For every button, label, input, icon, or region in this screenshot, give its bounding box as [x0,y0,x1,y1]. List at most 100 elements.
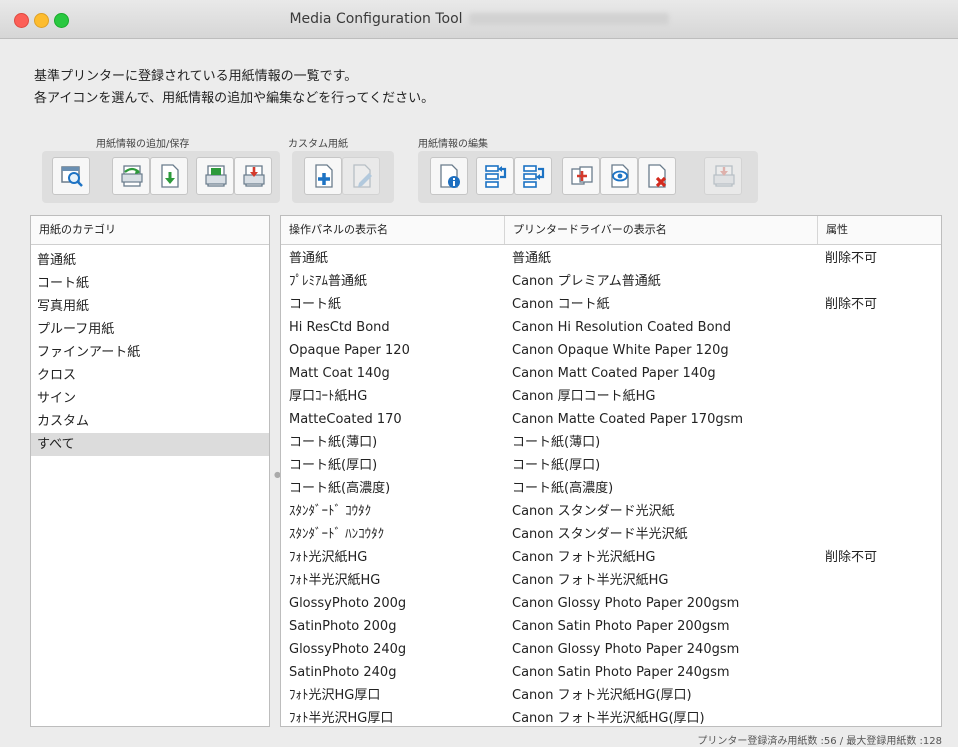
table-row[interactable]: コート紙 Canon コート紙 削除不可 [281,293,941,316]
description-line-2: 各アイコンを選んで、用紙情報の追加や編集などを行ってください。 [34,91,435,106]
printer-export-icon [243,165,265,187]
table-row[interactable]: コート紙(厚口) コート紙(厚口) [281,454,941,477]
category-header: 用紙のカテゴリ [31,216,269,245]
column-header-attribute[interactable]: 属性 [817,216,941,244]
panel-name-cell: 厚口ｺｰﾄ紙HG [289,389,368,404]
panel-name-cell: コート紙(厚口) [289,458,378,473]
table-row[interactable]: 普通紙 普通紙 削除不可 [281,247,941,270]
duplicate-media-button[interactable] [562,157,600,195]
delete-icon [648,164,667,188]
preview-media-button[interactable] [600,157,638,195]
printer-disabled-icon [713,165,735,187]
driver-name-cell: Canon フォト半光沢紙HG(厚口) [512,711,705,726]
driver-name-cell: コート紙(厚口) [512,458,601,473]
pane-splitter-handle[interactable]: ● [274,470,281,479]
panel-name-cell: ﾌｫﾄ半光沢HG厚口 [289,711,394,726]
driver-name-cell: Canon スタンダード半光沢紙 [512,527,688,542]
status-bar-text: プリンター登録済み用紙数 :56 / 最大登録用紙数 :128 [697,736,942,747]
move-down-button[interactable] [514,157,552,195]
table-row[interactable]: ﾌｫﾄ光沢HG厚口 Canon フォト光沢紙HG(厚口) [281,684,941,707]
driver-name-cell: Canon コート紙 [512,297,610,312]
category-item[interactable]: 普通紙 [31,249,269,272]
download-media-button[interactable] [150,157,188,195]
driver-name-cell: Canon フォト半光沢紙HG [512,573,669,588]
printer-add-icon [121,165,143,187]
add-custom-media-button[interactable] [304,157,342,195]
table-row[interactable]: ﾌｫﾄ半光沢紙HG Canon フォト半光沢紙HG [281,569,941,592]
delete-media-button[interactable] [638,157,676,195]
category-item[interactable]: 写真用紙 [31,295,269,318]
custom-add-icon [315,164,333,188]
driver-name-cell: Canon フォト光沢紙HG(厚口) [512,688,692,703]
driver-name-cell: Canon Satin Photo Paper 200gsm [512,619,730,634]
table-row[interactable]: MatteCoated 170 Canon Matte Coated Paper … [281,408,941,431]
panel-name-cell: ﾌｫﾄ光沢紙HG [289,550,368,565]
driver-name-cell: 普通紙 [512,251,552,266]
panel-name-cell: Opaque Paper 120 [289,343,410,358]
table-row[interactable]: 厚口ｺｰﾄ紙HG Canon 厚口コート紙HG [281,385,941,408]
table-row[interactable]: ｽﾀﾝﾀﾞｰﾄﾞ ｺｳﾀｸ Canon スタンダード光沢紙 [281,500,941,523]
edit-custom-media-button[interactable] [342,157,380,195]
panel-name-cell: Hi ResCtd Bond [289,320,390,335]
panel-name-cell: MatteCoated 170 [289,412,402,427]
export-media-button[interactable] [234,157,272,195]
panel-name-cell: ｽﾀﾝﾀﾞｰﾄﾞ ｺｳﾀｸ [289,504,372,519]
category-header-label: 用紙のカテゴリ [39,223,116,236]
move-down-icon [523,165,545,188]
media-table-body: 普通紙 普通紙 削除不可 ﾌﾟﾚﾐｱﾑ普通紙 Canon プレミアム普通紙 コート紙 Can… [281,245,941,726]
driver-name-cell: コート紙(薄口) [512,435,601,450]
driver-name-cell: Canon Matte Coated Paper 170gsm [512,412,744,427]
window-title-container: Media Configuration Tool [0,11,958,27]
table-row[interactable]: コート紙(薄口) コート紙(薄口) [281,431,941,454]
table-row[interactable]: ﾌﾟﾚﾐｱﾑ普通紙 Canon プレミアム普通紙 [281,270,941,293]
driver-name-cell: Canon Matt Coated Paper 140g [512,366,716,381]
panel-name-cell: コート紙(薄口) [289,435,378,450]
table-row[interactable]: GlossyPhoto 200g Canon Glossy Photo Paper… [281,592,941,615]
table-row[interactable]: ﾌｫﾄ半光沢HG厚口 Canon フォト半光沢紙HG(厚口) [281,707,941,726]
driver-name-cell: Canon Glossy Photo Paper 240gsm [512,642,740,657]
table-row[interactable]: SatinPhoto 240g Canon Satin Photo Paper 2… [281,661,941,684]
custom-edit-icon [353,164,372,188]
download-icon [161,164,179,188]
category-item[interactable]: ファインアート紙 [31,341,269,364]
table-row[interactable]: GlossyPhoto 240g Canon Glossy Photo Paper… [281,638,941,661]
printer-search-icon [61,166,83,187]
save-to-printer-button[interactable] [196,157,234,195]
table-row[interactable]: Matt Coat 140g Canon Matt Coated Paper 14… [281,362,941,385]
panel-name-cell: ﾌｫﾄ光沢HG厚口 [289,688,381,703]
category-item[interactable]: カスタム [31,410,269,433]
media-table: 操作パネルの表示名 プリンタードライバーの表示名 属性 普通紙 普通紙 削除不可 ﾌﾟ… [280,215,942,727]
category-item[interactable]: クロス [31,364,269,387]
category-item[interactable]: コート紙 [31,272,269,295]
category-list: 用紙のカテゴリ 普通紙 コート紙 写真用紙 プルーフ用紙 ファインアート紙 クロ… [30,215,270,727]
add-from-printer-button[interactable] [112,157,150,195]
printer-search-button[interactable] [52,157,90,195]
move-up-button[interactable] [476,157,514,195]
move-up-icon [485,165,507,188]
group-label-custom: カスタム用紙 [288,139,348,150]
driver-name-cell: Canon Opaque White Paper 120g [512,343,729,358]
category-item[interactable]: プルーフ用紙 [31,318,269,341]
driver-name-cell: Canon Glossy Photo Paper 200gsm [512,596,740,611]
group-label-edit: 用紙情報の編集 [418,139,488,150]
printer-action-button[interactable] [704,157,742,195]
category-item-selected[interactable]: すべて [31,433,269,456]
driver-name-cell: Canon Satin Photo Paper 240gsm [512,665,730,680]
table-row[interactable]: Opaque Paper 120 Canon Opaque White Paper… [281,339,941,362]
category-item[interactable]: サイン [31,387,269,410]
column-header-panel-name[interactable]: 操作パネルの表示名 [281,216,504,244]
media-info-button[interactable] [430,157,468,195]
table-row[interactable]: Hi ResCtd Bond Canon Hi Resolution Coated… [281,316,941,339]
table-row[interactable]: ﾌｫﾄ光沢紙HG Canon フォト光沢紙HG 削除不可 [281,546,941,569]
media-table-header: 操作パネルの表示名 プリンタードライバーの表示名 属性 [281,216,941,245]
column-header-driver-name[interactable]: プリンタードライバーの表示名 [504,216,817,244]
panel-name-cell: 普通紙 [289,251,329,266]
table-row[interactable]: コート紙(高濃度) コート紙(高濃度) [281,477,941,500]
driver-name-cell: Canon 厚口コート紙HG [512,389,656,404]
printer-address-blurred [468,13,669,25]
table-row[interactable]: ｽﾀﾝﾀﾞｰﾄﾞ ﾊﾝｺｳﾀｸ Canon スタンダード半光沢紙 [281,523,941,546]
driver-name-cell: Canon スタンダード光沢紙 [512,504,675,519]
description-line-1: 基準プリンターに登録されている用紙情報の一覧です。 [34,69,358,84]
title-bar: Media Configuration Tool [0,0,958,39]
table-row[interactable]: SatinPhoto 200g Canon Satin Photo Paper 2… [281,615,941,638]
